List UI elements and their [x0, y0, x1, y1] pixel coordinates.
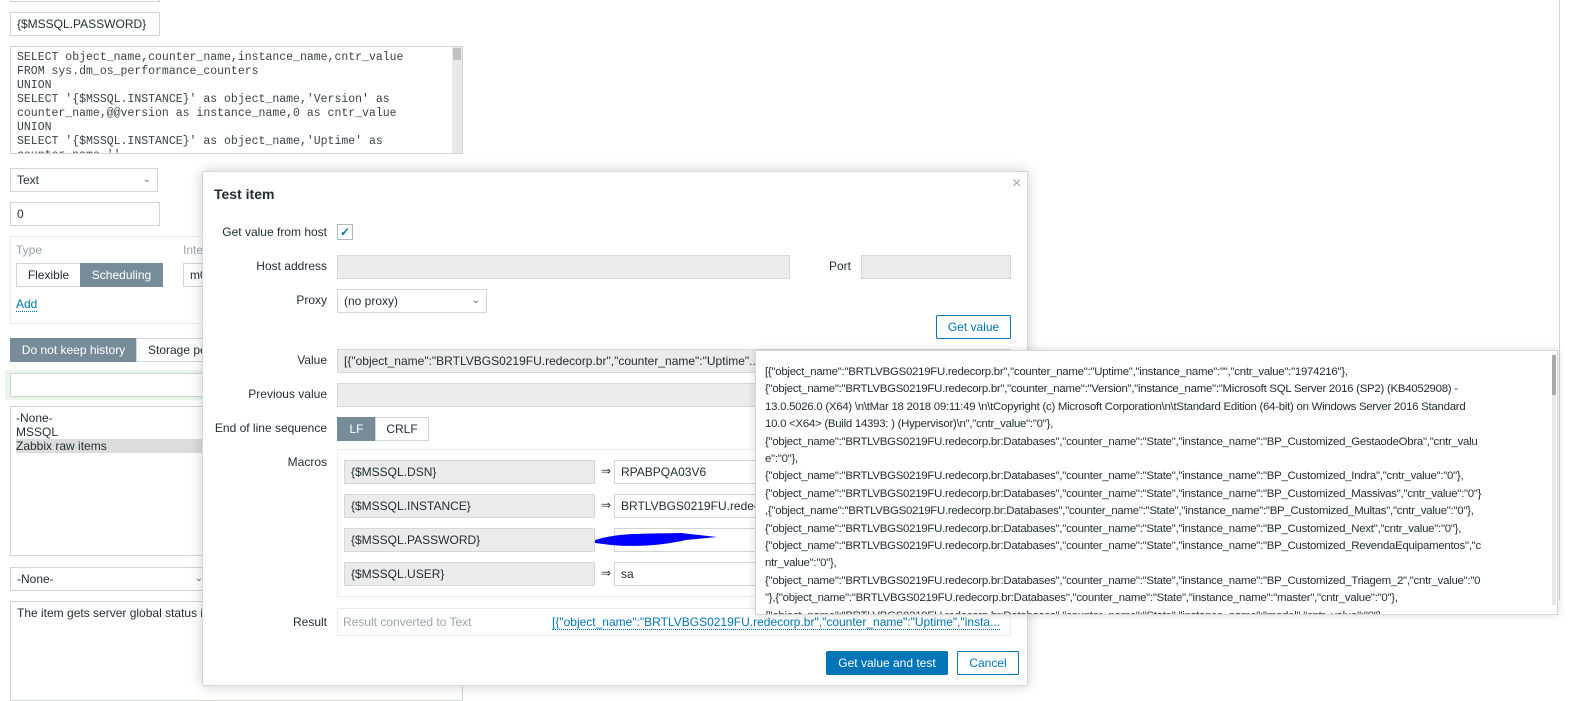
tooltip-scrollbar[interactable] [1552, 355, 1556, 605]
arrow-icon: ⇒ [601, 498, 612, 512]
tooltip-line: {"object_name":"BRTLVBGS0219FU.redecorp.… [765, 487, 1482, 500]
sql-line: SELECT object_name,counter_name,instance… [17, 51, 404, 64]
populates-host-inventory-select[interactable]: -None- ⌄ [10, 567, 210, 591]
chevron-down-icon: ⌄ [471, 295, 480, 306]
select-value: Text [17, 173, 40, 187]
scheduling-button[interactable]: Scheduling [80, 263, 163, 287]
sql-line: counter_name,@@version as instance_name,… [17, 107, 397, 120]
sql-line: counter_name,''... [17, 149, 446, 153]
proxy-label: Proxy [296, 293, 327, 307]
host-address-label: Host address [256, 259, 327, 273]
tooltip-line: ntr_value":"0"}, [765, 557, 837, 570]
sql-line: FROM sys.dm_os_performance_counters [17, 65, 259, 78]
redaction-scribble [595, 533, 717, 546]
tooltip-line: 13.0.5026.0 (X64) \n\tMar 18 2018 09:11:… [765, 400, 1466, 413]
page-scrollbar[interactable] [1559, 0, 1560, 600]
sql-query-textarea[interactable]: SELECT object_name,counter_name,instance… [10, 46, 463, 154]
previous-value-label: Previous value [248, 387, 327, 401]
password-field[interactable]: {$MSSQL.PASSWORD} [10, 12, 160, 36]
previous-field[interactable] [10, 0, 160, 2]
tooltip-line: [{"object_name":"BRTLVBGS0219FU.redecorp… [765, 366, 1348, 378]
result-link[interactable]: [{"object_name":"BRTLVBGS0219FU.redecorp… [552, 615, 1001, 630]
tooltip-line: 10.0 <X64> (Build 14393: ) (Hypervisor)\… [765, 418, 1053, 431]
value-label: Value [297, 353, 327, 367]
update-interval-field[interactable]: 0 [10, 202, 160, 226]
interval-label: Inte [183, 243, 204, 257]
select-value: -None- [17, 572, 54, 586]
tooltip-line: {"object_name":"BRTLVBGS0219FU.redecorp.… [765, 435, 1478, 448]
port-input[interactable] [861, 255, 1011, 279]
tooltip-line: e":"0"}, [765, 453, 798, 466]
dialog-title: Test item [214, 186, 275, 202]
get-value-and-test-button[interactable]: Get value and test [826, 651, 948, 675]
result-label: Result [292, 615, 327, 629]
do-not-keep-history-button[interactable]: Do not keep history [10, 338, 137, 362]
type-of-information-select[interactable]: Text ⌄ [10, 168, 158, 192]
macro-name: {$MSSQL.INSTANCE} [344, 494, 595, 518]
tooltip-line: ,{"object_name":"BRTLVBGS0219FU.redecorp… [765, 505, 1474, 518]
arrow-icon: ⇒ [601, 464, 612, 478]
macro-name: {$MSSQL.PASSWORD} [344, 528, 595, 552]
close-icon[interactable]: × [1012, 175, 1021, 193]
tooltip-line: {"object_name":"BRTLVBGS0219FU.redecorp.… [765, 540, 1481, 553]
select-value: (no proxy) [344, 294, 399, 308]
port-label: Port [829, 259, 852, 273]
tooltip-line: {"object_name":"BRTLVBGS0219FU.redecorp.… [765, 522, 1462, 535]
eol-crlf-button[interactable]: CRLF [375, 417, 429, 441]
sql-line: UNION [17, 79, 52, 92]
macro-name: {$MSSQL.DSN} [344, 460, 595, 484]
chevron-down-icon: ⌄ [142, 174, 151, 185]
sql-line: UNION [17, 121, 52, 134]
get-value-button[interactable]: Get value [936, 315, 1011, 339]
tooltip-line: {"object_name":"BRTLVBGS0219FU.redecorp.… [765, 608, 1557, 614]
sql-line: SELECT '{$MSSQL.INSTANCE}' as object_nam… [17, 135, 383, 148]
result-hint: Result converted to Text [343, 615, 472, 629]
eol-label: End of line sequence [214, 421, 327, 435]
proxy-select[interactable]: (no proxy) ⌄ [337, 289, 487, 313]
flexible-button[interactable]: Flexible [16, 263, 81, 287]
add-link[interactable]: Add [16, 297, 38, 312]
arrow-icon: ⇒ [601, 566, 612, 580]
get-value-from-host-checkbox[interactable]: ✓ [337, 224, 353, 240]
textarea-scrollbar[interactable] [452, 47, 462, 153]
tooltip-line: "},{"object_name":"BRTLVBGS0219FU.redeco… [765, 592, 1398, 605]
host-address-input[interactable] [337, 255, 790, 279]
macros-label: Macros [287, 455, 327, 469]
tooltip-line: {"object_name":"BRTLVBGS0219FU.redecorp.… [765, 470, 1464, 483]
type-label: Type [16, 243, 43, 257]
get-value-from-host-label: Get value from host [222, 225, 327, 239]
value-hint-tooltip: [{"object_name":"BRTLVBGS0219FU.redecorp… [755, 350, 1558, 615]
sql-line: SELECT '{$MSSQL.INSTANCE}' as object_nam… [17, 93, 390, 106]
tooltip-line: {"object_name":"BRTLVBGS0219FU.redecorp.… [765, 574, 1481, 587]
tooltip-line: {"object_name":"BRTLVBGS0219FU.redecorp.… [765, 383, 1458, 396]
macro-name: {$MSSQL.USER} [344, 562, 595, 586]
eol-lf-button[interactable]: LF [337, 417, 376, 441]
cancel-button[interactable]: Cancel [957, 651, 1019, 675]
